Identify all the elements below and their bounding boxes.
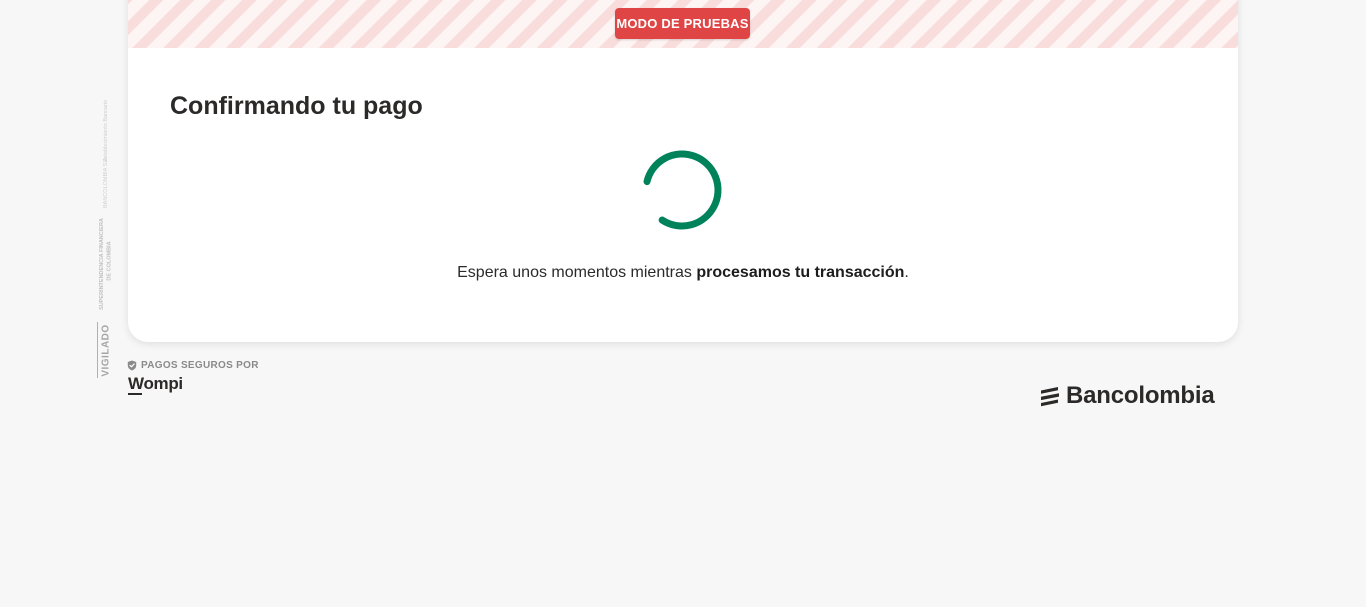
status-message-bold: procesamos tu transacción	[696, 264, 905, 281]
bancolombia-logo: Bancolombia	[1038, 382, 1215, 410]
vigilado-seal: Establecimiento Bancario BANCOLOMBIA S.A…	[97, 56, 117, 378]
secure-payments-label: PAGOS SEGUROS POR	[127, 360, 259, 371]
page-title: Confirmando tu pago	[170, 92, 423, 120]
test-mode-badge: MODO DE PRUEBAS	[615, 8, 750, 39]
seal-de-colombia-text: DE COLOMBIA	[107, 241, 113, 281]
bancolombia-stripes-icon	[1041, 387, 1059, 407]
status-message-suffix: .	[904, 264, 909, 281]
seal-vigilado: VIGILADO	[97, 322, 115, 378]
payment-card: MODO DE PRUEBAS Confirmando tu pago Espe…	[128, 0, 1238, 342]
seal-bancolombia-sa-text: BANCOLOMBIA S.A.	[103, 156, 109, 208]
status-message: Espera unos momentos mientras procesamos…	[128, 264, 1238, 282]
wompi-logo: Wompi	[128, 374, 183, 393]
shield-check-icon	[127, 360, 137, 371]
status-message-prefix: Espera unos momentos mientras	[457, 264, 697, 281]
secure-payments-text: PAGOS SEGUROS POR	[141, 360, 259, 371]
test-mode-banner: MODO DE PRUEBAS	[128, 0, 1238, 48]
seal-vigilado-text: VIGILADO	[101, 323, 112, 377]
wompi-logo-underline	[128, 393, 142, 395]
bancolombia-logo-text: Bancolombia	[1066, 382, 1215, 409]
seal-de-colombia: DE COLOMBIA	[101, 231, 119, 291]
payment-confirmation-page: Establecimiento Bancario BANCOLOMBIA S.A…	[0, 0, 1366, 607]
loading-spinner-icon	[643, 150, 722, 230]
